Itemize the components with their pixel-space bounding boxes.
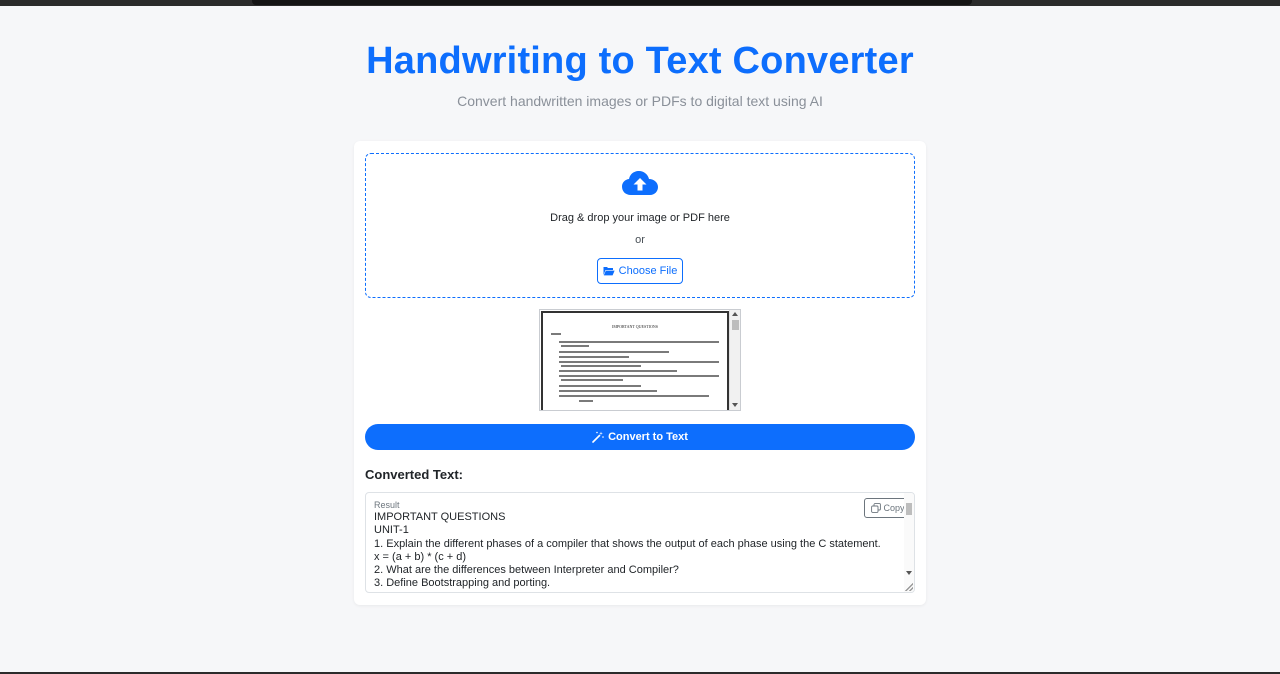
scroll-up-arrow-icon[interactable] <box>732 312 738 316</box>
result-line: IMPORTANT QUESTIONS <box>374 511 506 523</box>
window-top-bar-inner <box>252 0 972 5</box>
preview-scrollbar[interactable] <box>729 310 740 410</box>
convert-to-text-button[interactable]: Convert to Text <box>365 424 915 450</box>
result-scroll-thumb[interactable] <box>906 503 912 515</box>
dropzone-instruction: Drag & drop your image or PDF here <box>550 212 730 224</box>
preview-text-line <box>551 333 561 335</box>
preview-text-line <box>579 400 593 402</box>
result-line: 2. What are the differences between Inte… <box>374 564 679 577</box>
preview-text-line <box>559 351 669 353</box>
preview-text-line <box>559 390 657 392</box>
copy-label: Copy <box>883 503 905 513</box>
magic-wand-icon <box>592 431 604 443</box>
preview-text-line <box>561 379 623 381</box>
preview-title: IMPORTANT QUESTIONS <box>612 324 658 329</box>
result-line: UNIT-1 <box>374 524 409 537</box>
convert-button-label: Convert to Text <box>608 431 688 443</box>
preview-scroll-thumb[interactable] <box>732 320 739 330</box>
result-textarea[interactable]: Result IMPORTANT QUESTIONS UNIT-1 1. Expla… <box>365 492 915 593</box>
copy-icon <box>871 503 882 513</box>
result-line: 1. Explain the different phases of a com… <box>374 537 881 550</box>
result-line: 3. Define Bootstrapping and porting. <box>374 577 551 590</box>
upload-dropzone[interactable]: Drag & drop your image or PDF here or Ch… <box>365 153 915 298</box>
choose-file-button[interactable]: Choose File <box>597 258 683 284</box>
scroll-down-arrow-icon[interactable] <box>732 403 738 407</box>
preview-text-line <box>559 341 719 343</box>
preview-text-line <box>561 365 641 367</box>
page-subtitle: Convert handwritten images or PDFs to di… <box>457 93 823 109</box>
preview-document-page: IMPORTANT QUESTIONS <box>541 311 729 410</box>
preview-text-line <box>561 345 589 347</box>
result-text[interactable]: IMPORTANT QUESTIONS UNIT-1 1. Explain the … <box>374 511 894 591</box>
resize-grip-icon[interactable] <box>905 583 913 591</box>
dropzone-or: or <box>635 234 645 246</box>
preview-text-line <box>559 356 629 358</box>
result-scrollbar[interactable] <box>904 493 914 592</box>
result-line: x = (a + b) * (c + d) <box>374 550 467 563</box>
file-preview[interactable]: IMPORTANT QUESTIONS <box>539 309 741 411</box>
folder-open-icon <box>603 267 615 276</box>
choose-file-label: Choose File <box>618 265 678 277</box>
scroll-down-arrow-icon[interactable] <box>906 571 912 575</box>
preview-text-line <box>559 385 641 387</box>
preview-text-line <box>559 375 719 377</box>
preview-text-line <box>559 361 719 363</box>
preview-text-line <box>559 370 677 372</box>
converted-text-heading: Converted Text: <box>365 467 463 482</box>
converter-card: Drag & drop your image or PDF here or Ch… <box>354 141 926 605</box>
page-title: Handwriting to Text Converter <box>366 40 914 82</box>
window-top-bar <box>0 0 1280 6</box>
result-caption: Result <box>374 500 400 510</box>
cloud-upload-icon <box>622 171 658 195</box>
preview-text-line <box>559 395 709 397</box>
